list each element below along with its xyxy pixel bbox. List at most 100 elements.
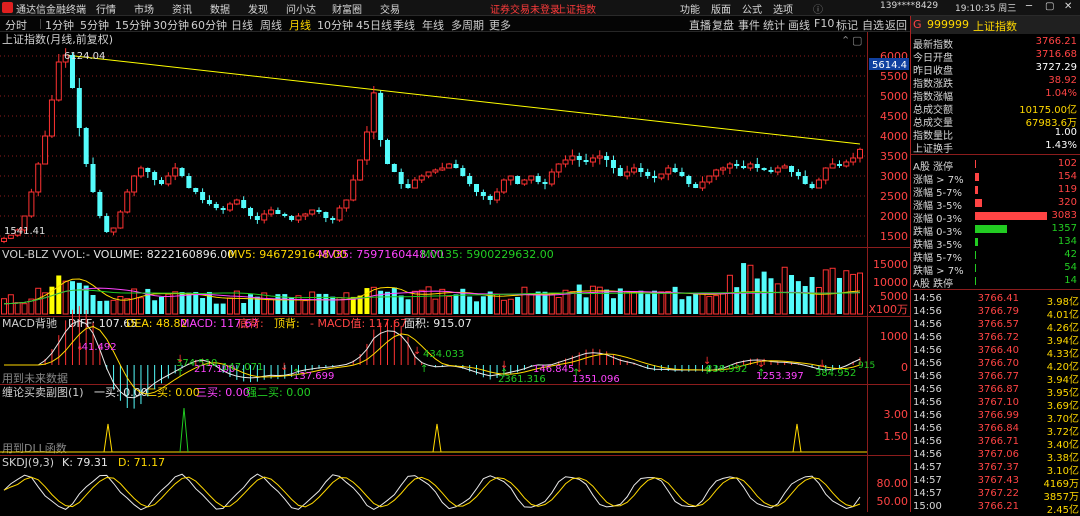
toolbar-back[interactable]: 返回 bbox=[885, 17, 907, 33]
macd-signal-arrow: ↓ bbox=[413, 346, 421, 357]
candle bbox=[336, 207, 343, 221]
tick-price: 3767.06 bbox=[977, 449, 1019, 460]
volume-bar bbox=[56, 275, 62, 314]
menu-hangqing[interactable]: 行情 bbox=[96, 1, 116, 16]
toolbar-mark[interactable]: 标记 bbox=[836, 17, 858, 33]
volume-bar bbox=[507, 298, 514, 315]
period-15min[interactable]: 15分钟 bbox=[115, 17, 151, 33]
toolbar-live[interactable]: 直播 bbox=[689, 17, 711, 33]
candle bbox=[418, 175, 425, 181]
menu-banmian[interactable]: 版面 bbox=[711, 1, 731, 16]
toolbar-review[interactable]: 复盘 bbox=[712, 17, 734, 33]
macd-tick-1000: 1000 bbox=[880, 330, 908, 343]
period-60min[interactable]: 60分钟 bbox=[191, 17, 227, 33]
menu-wenxiaoda[interactable]: 问小达 bbox=[286, 1, 316, 16]
candle bbox=[679, 172, 685, 176]
period-multi[interactable]: 多周期 bbox=[451, 17, 484, 33]
menu-faxian[interactable]: 发现 bbox=[248, 1, 268, 16]
candle bbox=[104, 216, 110, 232]
toolbar-draw[interactable]: 画线 bbox=[788, 17, 810, 33]
period-quarterly[interactable]: 季线 bbox=[393, 17, 415, 33]
login-warning[interactable]: 证券交易未登录 bbox=[490, 1, 560, 16]
volume-bar bbox=[152, 300, 158, 314]
period-1min[interactable]: 1分钟 bbox=[45, 17, 74, 33]
candle bbox=[555, 163, 562, 173]
index-link[interactable]: 上证指数 bbox=[556, 1, 596, 16]
volume-bar bbox=[658, 291, 665, 315]
macd-annotation: 147.071 bbox=[222, 362, 263, 373]
menu-jiaoyi[interactable]: 交易 bbox=[380, 1, 400, 16]
close-icon[interactable]: ✕ bbox=[1064, 1, 1072, 12]
macd-signal-arrow: ↑ bbox=[703, 366, 711, 377]
toolbar-watchlist[interactable]: 自选 bbox=[862, 17, 884, 33]
period-5min[interactable]: 5分钟 bbox=[80, 17, 109, 33]
breadth-row: 跌幅 0-3% 1357 bbox=[911, 223, 1080, 238]
y-tick-3500: 3500 bbox=[880, 150, 908, 163]
menu-gongneng[interactable]: 功能 bbox=[680, 1, 700, 16]
period-daily[interactable]: 日线 bbox=[231, 17, 253, 33]
volume-bar bbox=[220, 303, 226, 314]
period-monthly[interactable]: 月线 bbox=[289, 17, 311, 33]
panel-restore-icon[interactable]: ▢ bbox=[852, 34, 862, 47]
tick-time: 14:57 bbox=[913, 488, 942, 499]
volume-bar bbox=[110, 299, 117, 315]
quote-row: 指数涨跌 38.92 bbox=[911, 75, 1080, 90]
minimize-icon[interactable]: ─ bbox=[1026, 1, 1032, 12]
maximize-icon[interactable]: ▢ bbox=[1045, 1, 1054, 12]
candle bbox=[357, 159, 364, 181]
chan-tick-3: 3.00 bbox=[884, 408, 909, 421]
tick-price: 3766.21 bbox=[977, 501, 1019, 512]
volume-bar bbox=[226, 297, 233, 315]
skdj-tick-80: 80.00 bbox=[877, 477, 909, 490]
user-account[interactable]: 139****8429 bbox=[880, 1, 938, 11]
chart-area[interactable]: 上证指数(月线,前复权) VOL-BLZ VVOL: - VOLUME: 822… bbox=[0, 32, 910, 512]
breadth-value: 320 bbox=[1057, 197, 1077, 208]
tick-time: 14:56 bbox=[913, 397, 942, 408]
menu-shuju[interactable]: 数据 bbox=[210, 1, 230, 16]
volume-bar bbox=[14, 302, 21, 315]
candle bbox=[226, 203, 233, 211]
chart-svg[interactable]: 上证指数(月线,前复权) VOL-BLZ VVOL: - VOLUME: 822… bbox=[0, 32, 910, 512]
volume-bar bbox=[686, 296, 692, 314]
menu-zixun[interactable]: 资讯 bbox=[172, 1, 192, 16]
tick-time: 14:56 bbox=[913, 423, 942, 434]
toolbar-f10[interactable]: F10 bbox=[814, 17, 834, 30]
volume-bar bbox=[172, 291, 179, 315]
menu-caifuquan[interactable]: 财富圈 bbox=[332, 1, 362, 16]
period-yearly[interactable]: 年线 bbox=[422, 17, 444, 33]
period-fenshi[interactable]: 分时 bbox=[5, 17, 27, 33]
period-10min[interactable]: 10分钟 bbox=[317, 17, 353, 33]
volume-bar bbox=[726, 274, 733, 315]
menu-gongshi[interactable]: 公式 bbox=[742, 1, 762, 16]
candle bbox=[542, 182, 548, 184]
toolbar-event[interactable]: 事件 bbox=[738, 17, 760, 33]
tick-time: 14:56 bbox=[913, 358, 942, 369]
candle bbox=[774, 167, 781, 173]
breadth-value: 3083 bbox=[1051, 210, 1077, 221]
info-icon[interactable]: ⓘ bbox=[813, 1, 823, 16]
candle bbox=[843, 161, 850, 167]
price-tag: 5614.4 bbox=[872, 60, 907, 71]
tick-price: 3766.41 bbox=[977, 293, 1019, 304]
panel-collapse-icon[interactable]: ⌃ bbox=[841, 34, 850, 47]
divider bbox=[911, 154, 1080, 155]
candle bbox=[254, 216, 260, 220]
period-more[interactable]: 更多 bbox=[489, 17, 511, 33]
toolbar-stats[interactable]: 统计 bbox=[763, 17, 785, 33]
tick-time: 15:00 bbox=[913, 501, 942, 512]
candle bbox=[97, 192, 103, 216]
breadth-bar bbox=[975, 225, 1007, 233]
menu-xuanxiang[interactable]: 选项 bbox=[773, 1, 793, 16]
candle bbox=[507, 175, 514, 181]
candle bbox=[467, 176, 473, 184]
period-45day[interactable]: 45日线 bbox=[356, 17, 392, 33]
period-weekly[interactable]: 周线 bbox=[260, 17, 282, 33]
tick-time: 14:56 bbox=[913, 332, 942, 343]
menu-shichang[interactable]: 市场 bbox=[134, 1, 154, 16]
candle bbox=[425, 171, 432, 177]
period-30min[interactable]: 30分钟 bbox=[153, 17, 189, 33]
candle bbox=[583, 160, 589, 162]
candle bbox=[535, 176, 541, 182]
volume-bar bbox=[165, 293, 172, 315]
candle bbox=[248, 208, 254, 216]
